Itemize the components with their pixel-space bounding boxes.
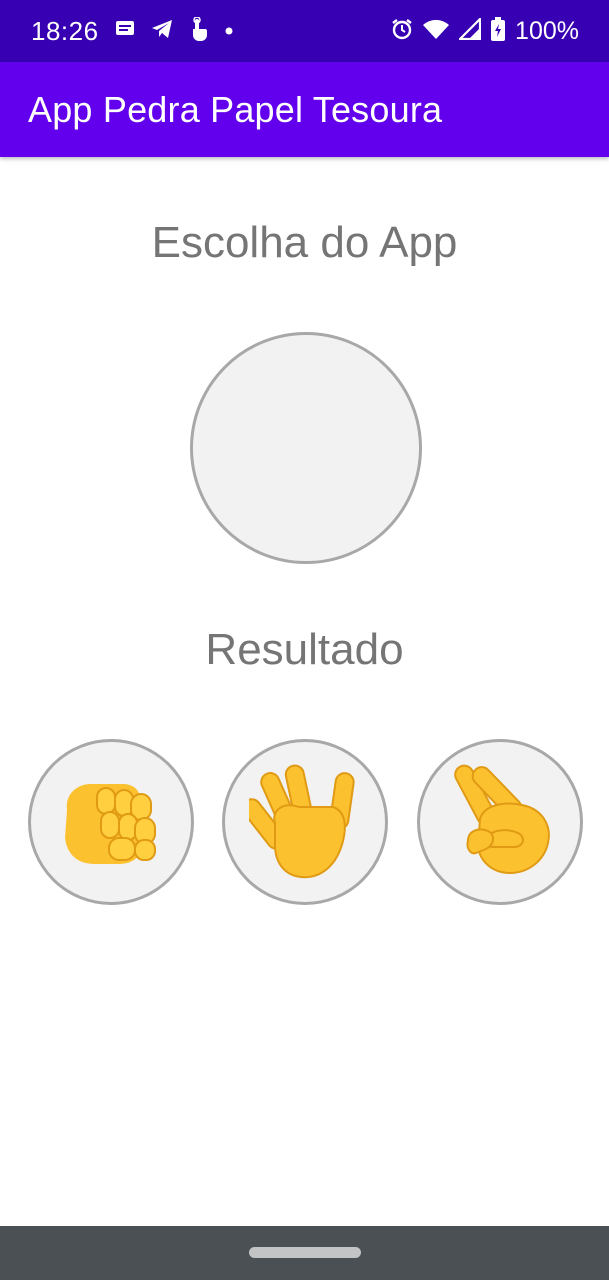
system-navigation-bar xyxy=(0,1226,609,1280)
status-system-icons: 100% xyxy=(391,15,579,46)
result-heading: Resultado xyxy=(205,625,404,674)
alarm-icon xyxy=(391,18,413,45)
status-notification-icons xyxy=(115,15,233,46)
battery-percentage: 100% xyxy=(515,16,579,45)
app-bar: App Pedra Papel Tesoura xyxy=(0,62,609,157)
app-choice-heading: Escolha do App xyxy=(151,218,458,267)
telegram-icon xyxy=(151,19,173,44)
rock-fist-icon xyxy=(61,776,161,868)
signal-icon xyxy=(457,15,482,45)
app-choice-image xyxy=(190,332,422,564)
rock-option-button[interactable] xyxy=(28,739,194,905)
paper-hand-icon xyxy=(249,761,361,883)
app-title: App Pedra Papel Tesoura xyxy=(28,88,443,130)
wifi-icon xyxy=(423,19,450,44)
scissors-hand-icon xyxy=(444,761,556,883)
touch-icon xyxy=(189,15,209,46)
dot-icon xyxy=(225,22,233,40)
status-bar: 18:26 100% xyxy=(0,0,609,62)
status-time: 18:26 xyxy=(31,15,99,46)
battery-icon xyxy=(491,16,506,46)
scissors-option-button[interactable] xyxy=(417,739,583,905)
notification-icon xyxy=(115,20,135,43)
gesture-handle[interactable] xyxy=(249,1247,361,1258)
paper-option-button[interactable] xyxy=(222,739,388,905)
